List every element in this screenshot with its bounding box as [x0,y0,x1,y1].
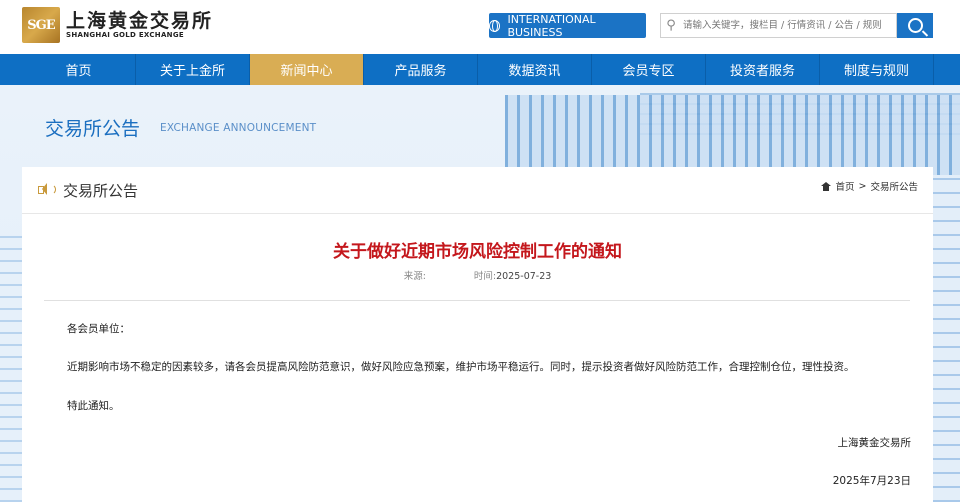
article-date: 2025年7月23日 [832,475,911,487]
home-icon [820,181,831,191]
search-button[interactable] [897,13,933,38]
panel-title: 交易所公告 [63,182,139,200]
search-input[interactable] [681,19,890,32]
nav-item-rules[interactable]: 制度与规则 [820,54,934,85]
article-title: 关于做好近期市场风险控制工作的通知 [333,242,622,262]
nav-item-products[interactable]: 产品服务 [364,54,478,85]
breadcrumb-separator: > [858,180,867,192]
nav-item-home[interactable]: 首页 [22,54,136,85]
globe-icon [489,19,501,32]
logo-chinese-name: 上海黄金交易所 [66,10,214,32]
banner-building-graphic [0,235,22,502]
article-divider [44,300,910,301]
content-panel: 交易所公告 首页 > 交易所公告 关于做好近期市场风险控制工作的通知 来源: 时间… [22,167,933,502]
panel-header: 交易所公告 首页 > 交易所公告 [22,167,933,214]
nav-item-investors[interactable]: 投资者服务 [706,54,820,85]
article-body: 近期影响市场不稳定的因素较多，请各会员提高风险防范意识，做好风险应急预案，维护市… [67,361,855,373]
breadcrumb: 首页 > 交易所公告 [820,179,918,193]
main-nav: 首页 关于上金所 新闻中心 产品服务 数据资讯 会员专区 投资者服务 制度与规则 [0,54,960,85]
site-logo[interactable]: SGE 上海黄金交易所 SHANGHAI GOLD EXCHANGE [22,7,213,43]
search-icon: ⚲ [666,18,676,33]
search-button-icon [907,18,923,33]
logo-text: 上海黄金交易所 SHANGHAI GOLD EXCHANGE [66,11,213,39]
nav-item-data[interactable]: 数据资讯 [478,54,592,85]
banner-title: 交易所公告 [45,118,141,140]
international-business-button[interactable]: INTERNATIONAL BUSINESS [489,12,646,39]
time-label: 时间: [473,271,497,282]
article-closing: 特此通知。 [67,400,120,412]
search-box: ⚲ [660,13,897,38]
international-business-label: INTERNATIONAL BUSINESS [507,12,596,39]
article-salutation: 各会员单位： [67,323,130,335]
article-signature: 上海黄金交易所 [837,437,912,449]
nav-item-members[interactable]: 会员专区 [592,54,706,85]
speaker-icon [38,182,56,196]
nav-item-news[interactable]: 新闻中心 [250,54,364,85]
top-header: SGE 上海黄金交易所 SHANGHAI GOLD EXCHANGE INTER… [0,0,960,54]
breadcrumb-current[interactable]: 交易所公告 [870,179,918,193]
logo-english-name: SHANGHAI GOLD EXCHANGE [66,31,184,39]
nav-item-about[interactable]: 关于上金所 [136,54,250,85]
breadcrumb-home[interactable]: 首页 [836,179,855,193]
source-label: 来源: [403,271,426,282]
logo-mark: SGE [22,7,60,43]
time-value: 2025-07-23 [496,271,552,282]
banner-subtitle: EXCHANGE ANNOUNCEMENT [160,122,317,134]
article-meta: 来源: 时间:2025-07-23 [22,268,933,282]
